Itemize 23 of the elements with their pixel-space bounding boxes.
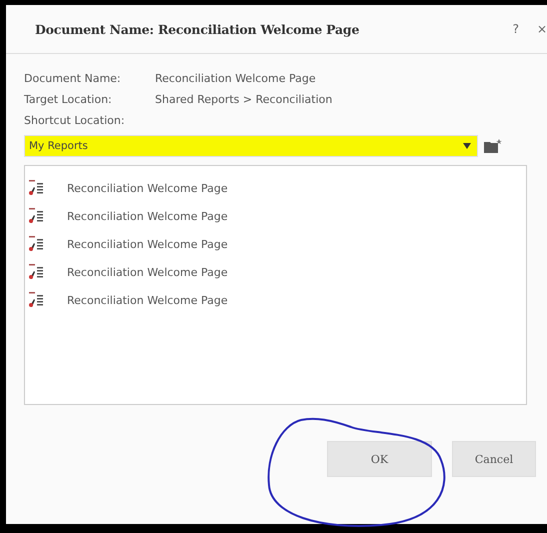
folder-icon[interactable] xyxy=(484,139,502,153)
document-item[interactable]: Reconciliation Welcome Page xyxy=(29,258,526,286)
field-value: Shared Reports > Reconciliation xyxy=(155,93,332,106)
document-item[interactable]: Reconciliation Welcome Page xyxy=(29,286,526,314)
report-icon xyxy=(29,292,43,308)
document-item[interactable]: Reconciliation Welcome Page xyxy=(29,202,526,230)
report-icon xyxy=(29,264,43,280)
location-dropdown[interactable]: My Reports xyxy=(24,135,478,157)
document-item[interactable]: Reconciliation Welcome Page xyxy=(29,230,526,258)
document-item[interactable]: Reconciliation Welcome Page xyxy=(29,174,526,202)
ok-button[interactable]: OK xyxy=(327,441,432,477)
close-button[interactable]: × xyxy=(537,22,547,36)
field-label: Shortcut Location: xyxy=(24,114,126,127)
field-label: Target Location: xyxy=(24,93,113,106)
field-label: Document Name: xyxy=(24,72,122,85)
cancel-button[interactable]: Cancel xyxy=(452,441,536,477)
report-icon xyxy=(29,236,43,252)
caret-icon xyxy=(463,143,471,149)
dialog-title: Document Name: Reconciliation Welcome Page xyxy=(35,22,360,36)
report-icon xyxy=(29,180,43,196)
report-icon xyxy=(29,208,43,224)
field-value: Reconciliation Welcome Page xyxy=(155,72,316,85)
help-button[interactable]: ? xyxy=(512,22,519,36)
